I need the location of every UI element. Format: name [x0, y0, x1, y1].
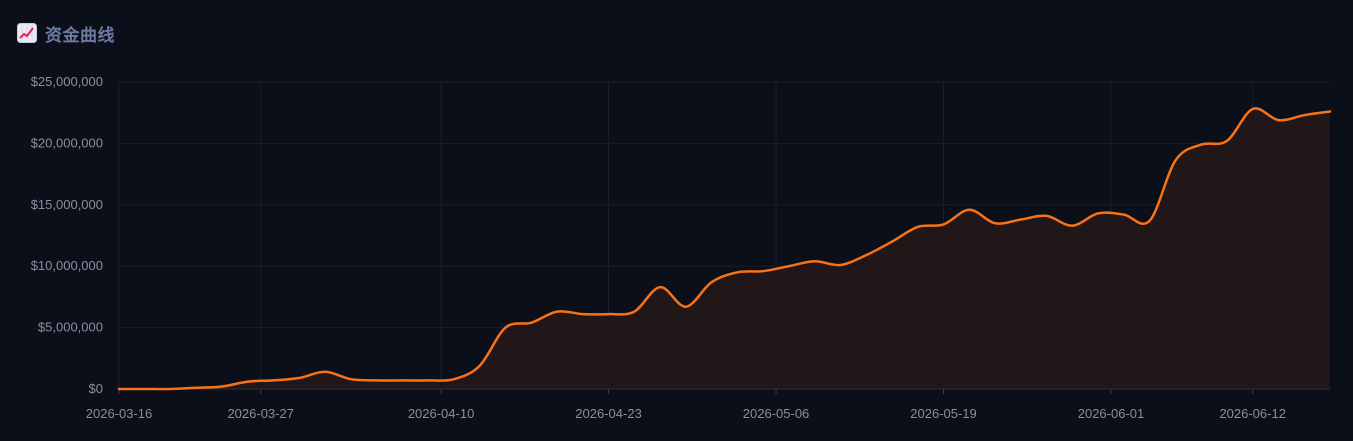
x-tick-label: 2026-04-23	[575, 406, 642, 421]
y-tick-label: $20,000,000	[31, 135, 103, 150]
x-tick-label: 2026-05-06	[743, 406, 810, 421]
y-tick-label: $15,000,000	[31, 197, 103, 212]
x-tick-label: 2026-06-01	[1078, 406, 1145, 421]
y-tick-label: $5,000,000	[38, 320, 103, 335]
equity-chart: $0 $5,000,000 $10,000,000 $15,000,000 $20,00…	[31, 74, 1332, 421]
equity-curve-panel: 资金曲线 $0 $5,000,000 $10,000,000 $15,000,000 $…	[0, 0, 1353, 441]
x-tick-label: 2026-05-19	[910, 406, 977, 421]
x-tick-label: 2026-03-27	[227, 406, 294, 421]
x-tick-label: 2026-04-10	[408, 406, 475, 421]
y-tick-label: $0	[89, 381, 103, 396]
y-tick-label: $10,000,000	[31, 258, 103, 273]
y-tick-label: $25,000,000	[31, 74, 103, 89]
x-tick-label: 2026-06-12	[1219, 406, 1286, 421]
x-tick-label: 2026-03-16	[86, 406, 153, 421]
equity-area	[119, 108, 1330, 390]
